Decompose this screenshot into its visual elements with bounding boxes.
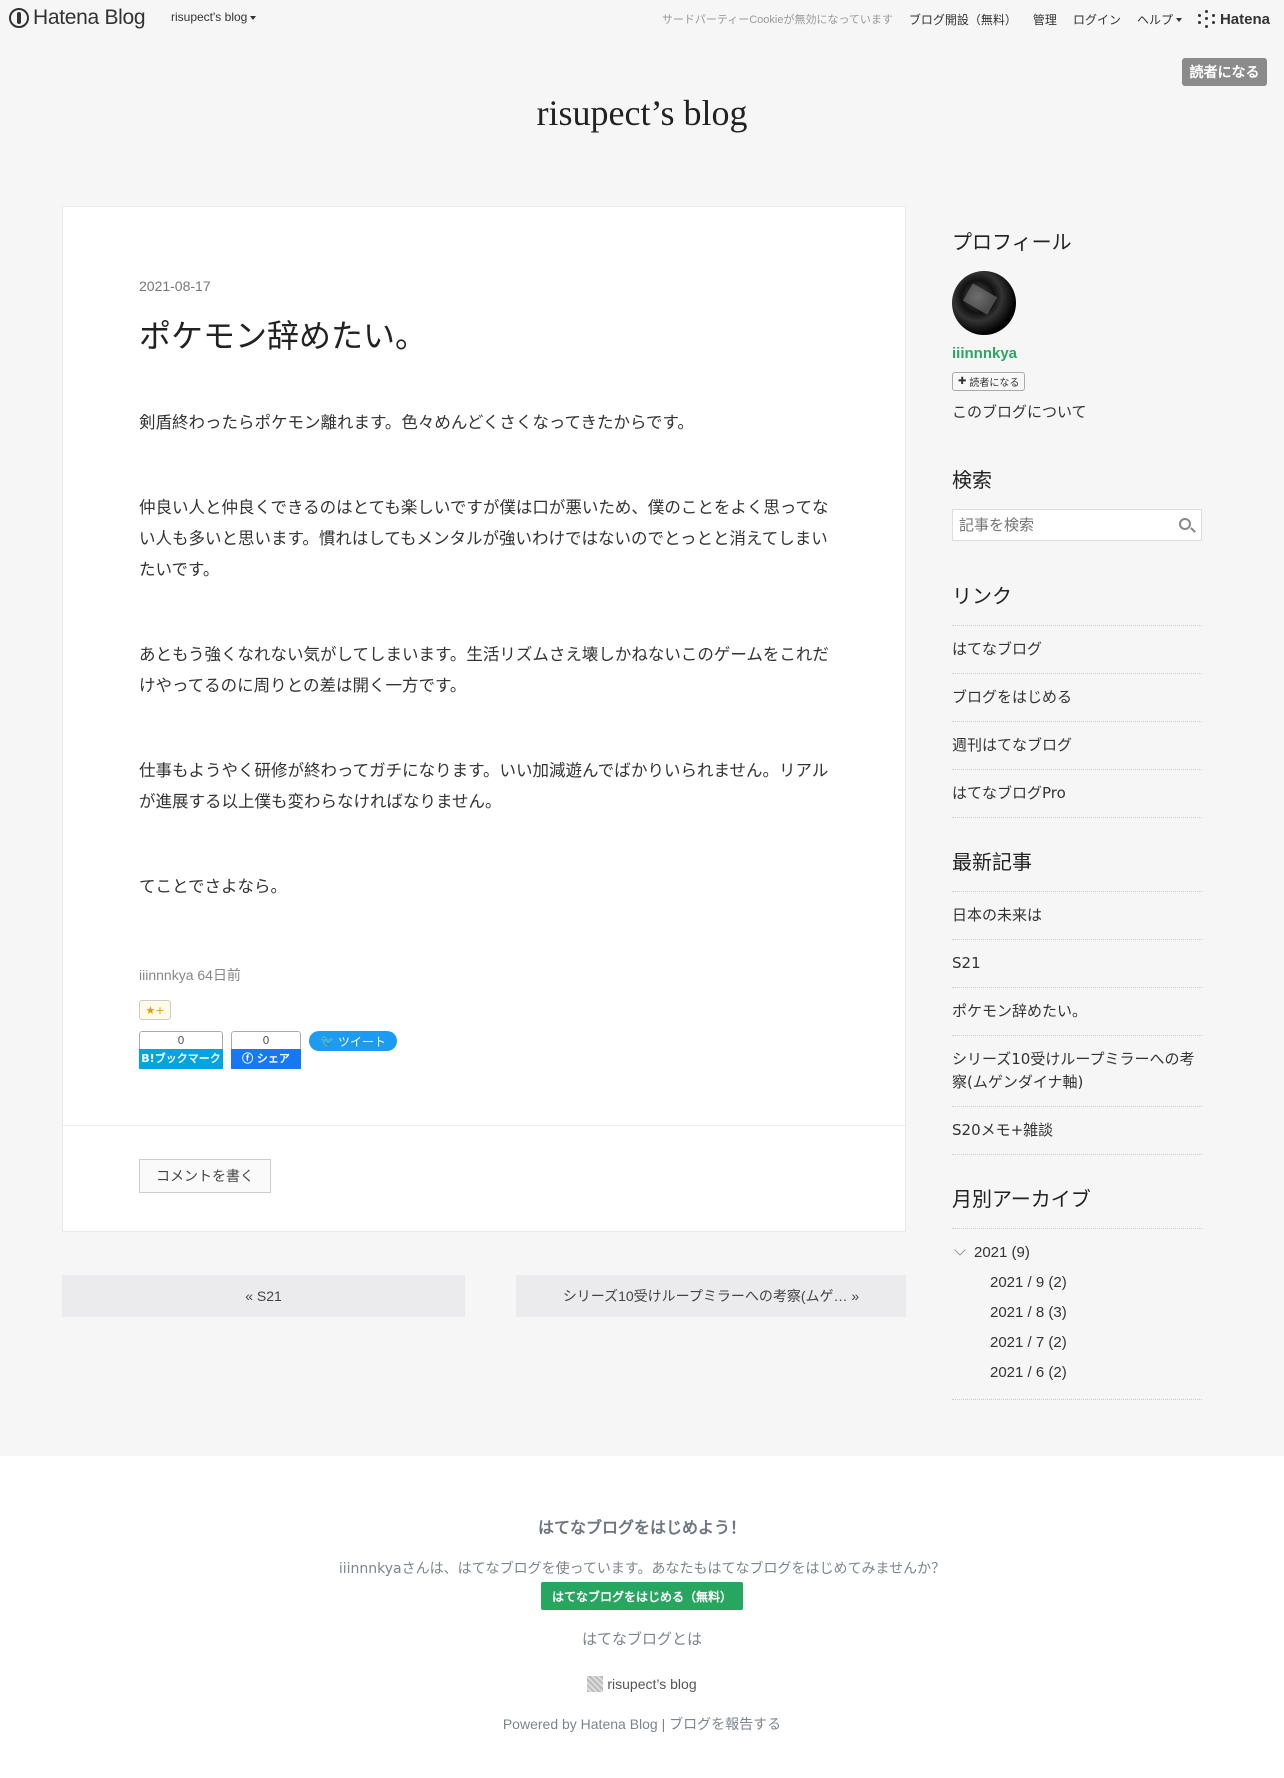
hatena-blog-logo[interactable]: Hatena Blog <box>9 6 146 30</box>
article-divider <box>63 1125 905 1126</box>
add-star-button[interactable]: ★+ <box>139 1000 171 1020</box>
entry-author-line[interactable]: iiinnnkya 64日前 <box>139 965 241 985</box>
twitter-bird-icon: 🐦 <box>320 1034 335 1048</box>
entry-paragraph: 剣盾終わったらポケモン離れます。色々めんどくさくなってきたからです。 <box>139 413 694 432</box>
profile-heading: プロフィール <box>952 230 1072 254</box>
recent-entry-link[interactable]: シリーズ10受けループミラーへの考察(ムゲンダイナ軸) <box>952 1036 1202 1107</box>
tweet-button[interactable]: 🐦 ツイート <box>309 1031 397 1051</box>
nav-help-label: ヘルプ <box>1136 12 1173 27</box>
entry-title[interactable]: ポケモン辞めたい。 <box>139 311 427 357</box>
pager-next-link[interactable]: シリーズ10受けループミラーへの考察(ムゲ… » <box>516 1275 906 1317</box>
nav-open-blog[interactable]: ブログ開設（無料） <box>909 11 1017 28</box>
archive-month-link[interactable]: 2021 / 6 (2) <box>952 1357 1202 1387</box>
bookmark-count: 0 <box>139 1031 223 1049</box>
recent-heading: 最新記事 <box>952 850 1032 874</box>
blog-menu-dropdown[interactable]: risupect's blog <box>171 10 257 24</box>
powered-by-link[interactable]: Powered by Hatena Blog <box>503 1716 658 1732</box>
blog-title[interactable]: risupect’s blog <box>0 92 1284 134</box>
links-heading: リンク <box>952 584 1012 608</box>
about-hatena-blog-link[interactable]: はてなブログとは <box>0 1628 1284 1649</box>
recent-entry-link[interactable]: ポケモン辞めたい。 <box>952 988 1202 1036</box>
nav-admin[interactable]: 管理 <box>1033 11 1057 28</box>
search-box <box>952 509 1202 541</box>
footer: はてなブログをはじめよう！ iiinnnkyaさんは、はてなブログを使っています… <box>0 1456 1284 1778</box>
profile-subscribe-button[interactable]: ✚ 読者になる <box>952 372 1026 391</box>
caret-down-icon <box>250 15 257 20</box>
search-icon[interactable] <box>1179 518 1191 530</box>
entry-paragraph: てことでさよなら。 <box>139 877 288 896</box>
recent-list: 日本の未来は S21 ポケモン辞めたい。 シリーズ10受けループミラーへの考察(… <box>952 891 1202 1155</box>
share-count: 0 <box>231 1031 301 1049</box>
footer-blog-link[interactable]: risupect’s blog <box>0 1676 1284 1692</box>
archive-year-label: 2021 (9) <box>974 1243 1030 1261</box>
chevron-down-icon <box>954 1244 966 1256</box>
entry-date[interactable]: 2021-08-17 <box>139 278 211 294</box>
hatena-brand-label: Hatena <box>1219 10 1270 28</box>
link-item[interactable]: ブログをはじめる <box>952 674 1202 722</box>
link-item[interactable]: はてなブログ <box>952 626 1202 674</box>
link-item[interactable]: はてなブログPro <box>952 770 1202 818</box>
recent-entry-link[interactable]: S21 <box>952 940 1202 988</box>
profile-name-link[interactable]: iiinnnkya <box>952 345 1202 362</box>
footer-description: iiinnnkyaさんは、はてなブログを使っています。あなたもはてなブログをはじ… <box>338 1561 946 1577</box>
cookie-notice[interactable]: サードパーティーCookieが無効になっています <box>662 11 893 27</box>
report-blog-link[interactable]: ブログを報告する <box>669 1716 781 1732</box>
entry-body: 剣盾終わったらポケモン離れます。色々めんどくさくなってきたからです。 仲良い人と… <box>139 407 829 956</box>
sidebar-archive: 月別アーカイブ 2021 (9) 2021 / 9 (2) 2021 / 8 (… <box>952 1183 1202 1400</box>
sidebar-links: リンク はてなブログ ブログをはじめる 週刊はてなブログ はてなブログPro <box>952 580 1202 818</box>
sidebar-profile: プロフィール iiinnnkya ✚ 読者になる このブログについて <box>952 226 1202 422</box>
link-item[interactable]: 週刊はてなブログ <box>952 722 1202 770</box>
entry-paragraph: 仕事もようやく研修が終わってガチになります。いい加減遊んでばかりいられません。リ… <box>139 761 829 811</box>
entry-paragraph: 仲良い人と仲良くできるのはとても楽しいですが僕は口が悪いため、僕のことをよく思っ… <box>139 498 829 579</box>
profile-subscribe-label: 読者になる <box>969 378 1020 389</box>
blog-menu-label: risupect's blog <box>171 10 248 24</box>
bookmark-label: B!ブックマーク <box>139 1049 223 1069</box>
archive-month-link[interactable]: 2021 / 8 (3) <box>952 1297 1202 1327</box>
entry-paragraph: あともう強くなれない気がしてしまいます。生活リズムさえ壊しかねないこのゲームをこ… <box>139 645 829 695</box>
avatar[interactable] <box>952 271 1016 335</box>
about-blog-link[interactable]: このブログについて <box>952 401 1202 422</box>
plus-icon: ✚ <box>958 376 967 387</box>
hatena-blog-logo-icon <box>9 8 29 28</box>
start-blog-button[interactable]: はてなブログをはじめる（無料） <box>541 1582 743 1610</box>
caret-down-icon <box>1175 18 1182 23</box>
tweet-label: ツイート <box>337 1034 386 1049</box>
logo-text: Hatena Blog <box>33 6 146 29</box>
global-header: Hatena Blog risupect's blog サードパーティーCook… <box>0 0 1284 36</box>
footer-title: はてなブログをはじめよう！ <box>537 1518 746 1537</box>
archive-month-link[interactable]: 2021 / 7 (2) <box>952 1327 1202 1357</box>
pager-prev-link[interactable]: « S21 <box>62 1275 465 1317</box>
entry-article: 2021-08-17 ポケモン辞めたい。 剣盾終わったらポケモン離れます。色々め… <box>62 206 906 1232</box>
footer-blog-name: risupect’s blog <box>607 1676 697 1692</box>
sidebar-recent-entries: 最新記事 日本の未来は S21 ポケモン辞めたい。 シリーズ10受けループミラー… <box>952 846 1202 1155</box>
recent-entry-link[interactable]: 日本の未来は <box>952 892 1202 940</box>
recent-entry-link[interactable]: S20メモ+雑談 <box>952 1107 1202 1155</box>
archive-list: 2021 (9) 2021 / 9 (2) 2021 / 8 (3) 2021 … <box>952 1228 1202 1400</box>
header-nav: サードパーティーCookieが無効になっています ブログ開設（無料） 管理 ログ… <box>662 10 1270 28</box>
blog-icon <box>587 1676 604 1692</box>
hatena-brand-menu[interactable]: Hatena <box>1197 10 1270 28</box>
footer-powered: Powered by Hatena Blog | ブログを報告する <box>502 1716 782 1732</box>
archive-heading: 月別アーカイブ <box>952 1187 1091 1211</box>
write-comment-button[interactable]: コメントを書く <box>139 1159 271 1193</box>
share-label-text: シェア <box>256 1052 290 1065</box>
search-input[interactable] <box>953 510 1163 540</box>
archive-year-toggle[interactable]: 2021 (9) <box>952 1237 1202 1267</box>
search-heading: 検索 <box>952 468 992 492</box>
hatena-bookmark-button[interactable]: 0 B!ブックマーク <box>139 1031 223 1071</box>
hatena-dots-icon <box>1197 10 1216 28</box>
subscribe-button[interactable]: 読者になる <box>1182 58 1267 86</box>
facebook-icon: ⓕ <box>242 1052 257 1065</box>
share-label: ⓕ シェア <box>231 1049 301 1069</box>
nav-help[interactable]: ヘルプ <box>1137 11 1182 28</box>
sidebar-search: 検索 <box>952 464 1202 541</box>
links-list: はてなブログ ブログをはじめる 週刊はてなブログ はてなブログPro <box>952 625 1202 818</box>
share-buttons: 0 B!ブックマーク 0 ⓕ シェア 🐦 ツイート <box>139 1031 397 1071</box>
nav-login[interactable]: ログイン <box>1073 11 1121 28</box>
facebook-share-button[interactable]: 0 ⓕ シェア <box>231 1031 301 1071</box>
archive-month-link[interactable]: 2021 / 9 (2) <box>952 1267 1202 1297</box>
